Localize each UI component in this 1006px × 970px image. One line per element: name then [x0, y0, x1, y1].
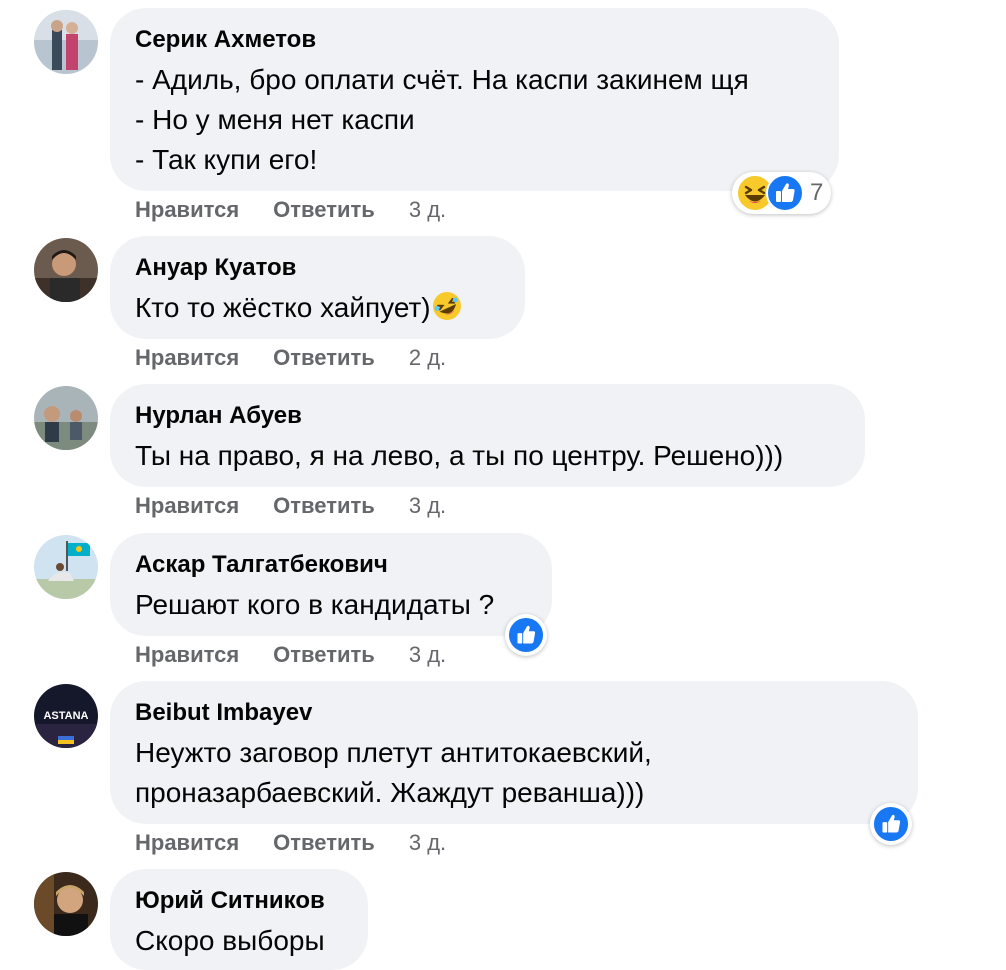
like-button[interactable]: Нравится — [135, 642, 239, 668]
comment-text-line: Ты на право, я на лево, а ты по центру. … — [135, 440, 784, 471]
reaction-summary[interactable] — [505, 614, 547, 656]
like-icon — [508, 617, 544, 653]
avatar[interactable] — [34, 386, 98, 450]
comment-bubble: Ануар Куатов Кто то жёстко хайпует) — [110, 236, 525, 339]
comment-text-line: - Так купи его! — [135, 144, 318, 175]
comment-author[interactable]: Нурлан Абуев — [135, 402, 839, 430]
reaction-summary[interactable] — [870, 803, 912, 845]
reply-button[interactable]: Ответить — [273, 642, 375, 668]
comment-text: Кто то жёстко хайпует) — [135, 288, 499, 328]
comment-author[interactable]: Ануар Куатов — [135, 254, 499, 282]
avatar-text: ASTANA — [43, 710, 88, 722]
comment-timestamp[interactable]: 3 д. — [409, 642, 446, 668]
reaction-count: 7 — [810, 179, 824, 206]
reply-button[interactable]: Ответить — [273, 345, 375, 371]
avatar[interactable]: ASTANA — [34, 684, 98, 748]
avatar[interactable] — [34, 10, 98, 74]
comment-actions: Нравится Ответить 3 д. — [135, 642, 446, 668]
comment-author[interactable]: Серик Ахметов — [135, 26, 813, 54]
comment-text-line: - Но у меня нет каспи — [135, 104, 415, 135]
comment-text-line: проназарбаевский. Жаждут реванша))) — [135, 777, 645, 808]
comment-bubble: Серик Ахметов - Адиль, бро оплати счёт. … — [110, 8, 839, 191]
like-icon — [766, 174, 804, 212]
reaction-summary[interactable]: 7 — [732, 172, 832, 214]
comment-bubble: Аскар Талгатбекович Решают кого в кандид… — [110, 533, 552, 636]
comment-timestamp[interactable]: 3 д. — [409, 493, 446, 519]
comment-text-line: - Адиль, бро оплати счёт. На каспи закин… — [135, 64, 749, 95]
rofl-emoji — [431, 290, 463, 322]
comment-timestamp[interactable]: 3 д. — [409, 830, 446, 856]
comment-text-line: Скоро выборы — [135, 925, 325, 956]
comment-author[interactable]: Аскар Талгатбекович — [135, 551, 526, 579]
reply-button[interactable]: Ответить — [273, 830, 375, 856]
comment-actions: Нравится Ответить 3 д. — [135, 493, 446, 519]
comment-bubble: Юрий Ситников Скоро выборы — [110, 869, 368, 970]
comment-actions: Нравится Ответить 2 д. — [135, 345, 446, 371]
comment-author[interactable]: Beibut Imbayev — [135, 699, 892, 727]
like-button[interactable]: Нравится — [135, 197, 239, 223]
avatar[interactable] — [34, 872, 98, 936]
comment-text-line: Решают кого в кандидаты ? — [135, 589, 495, 620]
comment-bubble: Нурлан Абуев Ты на право, я на лево, а т… — [110, 384, 865, 487]
comment-author[interactable]: Юрий Ситников — [135, 887, 342, 915]
comment-actions: Нравится Ответить 3 д. — [135, 830, 446, 856]
comment-text-line: Кто то жёстко хайпует) — [135, 292, 431, 323]
like-button[interactable]: Нравится — [135, 493, 239, 519]
avatar[interactable] — [34, 535, 98, 599]
like-icon — [873, 806, 909, 842]
comment-timestamp[interactable]: 3 д. — [409, 197, 446, 223]
comment-bubble: Beibut Imbayev Неужто заговор плетут ант… — [110, 681, 918, 824]
comment-actions: Нравится Ответить 3 д. — [135, 197, 446, 223]
comment-text-line: Неужто заговор плетут антитокаевский, — [135, 737, 652, 768]
like-button[interactable]: Нравится — [135, 345, 239, 371]
comment-timestamp[interactable]: 2 д. — [409, 345, 446, 371]
avatar[interactable] — [34, 238, 98, 302]
like-button[interactable]: Нравится — [135, 830, 239, 856]
reply-button[interactable]: Ответить — [273, 197, 375, 223]
reply-button[interactable]: Ответить — [273, 493, 375, 519]
